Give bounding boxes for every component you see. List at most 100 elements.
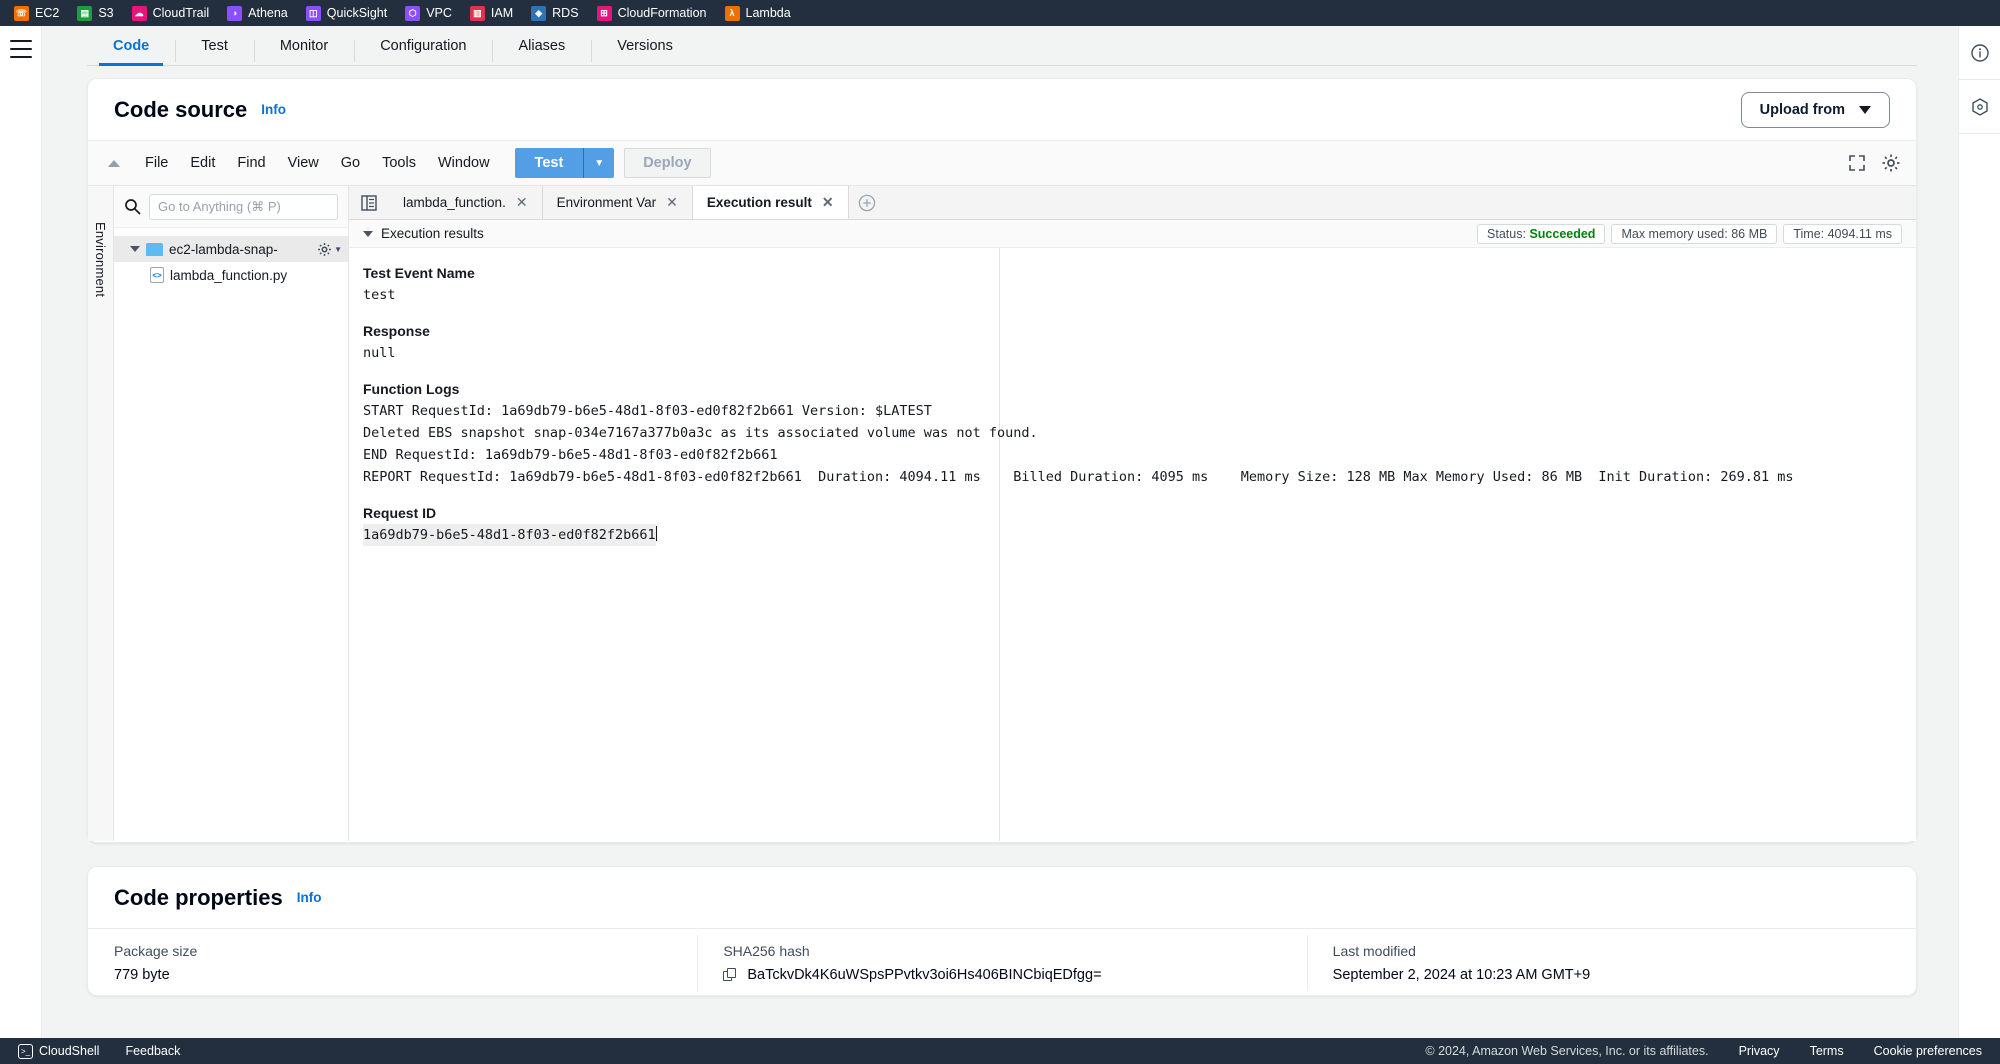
collapse-toggle-icon[interactable] (108, 159, 120, 167)
search-icon[interactable] (124, 198, 141, 215)
close-icon[interactable]: ✕ (666, 194, 678, 211)
service-label: VPC (426, 6, 452, 20)
service-shortcut-athena[interactable]: ◑ Athena (227, 0, 298, 26)
tab-test[interactable]: Test (175, 38, 254, 65)
test-button-label: Test (534, 155, 564, 171)
fullscreen-button[interactable] (1844, 150, 1870, 176)
shortcuts-icon (1971, 97, 1988, 116)
close-icon[interactable]: ✕ (822, 194, 834, 211)
execution-log-area[interactable]: Test Event Name test Response null Funct… (349, 248, 1916, 841)
page-content: Code Test Monitor Configuration Aliases … (42, 26, 1958, 1038)
rds-icon: ◈ (531, 5, 547, 21)
folder-actions[interactable]: ▼ (317, 242, 342, 257)
last-modified-value: September 2, 2024 at 10:23 AM GMT+9 (1332, 967, 1591, 983)
terms-link[interactable]: Terms (1810, 1044, 1844, 1058)
file-name: lambda_function.py (170, 267, 288, 283)
status-value: Succeeded (1529, 226, 1596, 241)
menu-file[interactable]: File (134, 150, 179, 176)
service-shortcut-s3[interactable]: ▤ S3 (77, 0, 123, 26)
menu-edit[interactable]: Edit (179, 150, 226, 176)
s3-icon: ▤ (77, 5, 93, 21)
service-label: EC2 (35, 6, 60, 20)
copyright-text: © 2024, Amazon Web Services, Inc. or its… (1425, 1044, 1709, 1058)
tree-folder-row[interactable]: ec2-lambda-snap-te (114, 236, 348, 262)
service-shortcut-vpc[interactable]: ⬡ VPC (405, 0, 462, 26)
ec2-icon: ☏ (14, 5, 29, 21)
service-shortcut-quicksight[interactable]: ◫ QuickSight (305, 0, 397, 26)
shortcuts-panel-button[interactable] (1959, 80, 2000, 134)
last-modified-field: Last modified September 2, 2024 at 10:23… (1306, 929, 1916, 997)
editor-settings-button[interactable] (1878, 150, 1904, 176)
service-shortcut-rds[interactable]: ◈ RDS (531, 0, 588, 26)
close-icon[interactable]: ✕ (516, 194, 528, 211)
function-tab-bar: Code Test Monitor Configuration Aliases … (87, 26, 1917, 66)
tab-label: Versions (617, 38, 673, 54)
tab-aliases[interactable]: Aliases (492, 38, 591, 65)
menu-tools[interactable]: Tools (371, 150, 427, 176)
code-source-card: Code source Info Upload from File Edit F… (87, 78, 1917, 843)
info-link[interactable]: Info (261, 102, 286, 117)
sha256-value: BaTckvDk4K6uWSpsPPvtkv3oi6Hs406BINCbiqED… (747, 967, 1102, 983)
copy-icon[interactable] (723, 967, 737, 983)
log-line: START RequestId: 1a69db79-b6e5-48d1-8f03… (363, 403, 932, 419)
info-link[interactable]: Info (297, 890, 322, 905)
gear-icon (318, 242, 331, 256)
collapse-results-icon[interactable] (363, 230, 373, 237)
service-shortcut-iam[interactable]: ▥ IAM (469, 0, 523, 26)
service-shortcut-cloudformation[interactable]: ⊞ CloudFormation (596, 0, 717, 26)
upload-from-button[interactable]: Upload from (1740, 91, 1890, 128)
service-shortcut-ec2[interactable]: ☏ EC2 (14, 0, 69, 26)
add-tab-button[interactable] (849, 186, 885, 219)
panel-layout-icon (361, 194, 377, 211)
python-file-icon: <> (150, 267, 164, 283)
menu-window[interactable]: Window (427, 150, 501, 176)
sha256-value-row: BaTckvDk4K6uWSpsPPvtkv3oi6Hs406BINCbiqED… (723, 967, 1280, 983)
search-input[interactable]: Go to Anything (⌘ P) (149, 193, 338, 220)
tab-monitor[interactable]: Monitor (253, 38, 354, 65)
tab-versions[interactable]: Versions (591, 38, 699, 65)
code-properties-grid: Package size 779 byte SHA256 hash BaTckv… (88, 929, 1916, 997)
privacy-link[interactable]: Privacy (1739, 1044, 1780, 1058)
search-placeholder: Go to Anything (⌘ P) (158, 198, 281, 214)
package-size-field: Package size 779 byte (88, 929, 697, 997)
file-tree: ec2-lambda-snap-te (114, 228, 348, 288)
menu-find[interactable]: Find (226, 150, 276, 176)
chevron-down-icon[interactable] (130, 246, 140, 252)
execution-results-bar: Execution results Status: Succeeded Max … (349, 220, 1916, 248)
aws-service-shortcut-bar: ☏ EC2 ▤ S3 ☁ CloudTrail ◑ Athena ◫ Quick… (0, 0, 2000, 26)
panel-layout-button[interactable] (349, 186, 389, 219)
info-panel-button[interactable] (1959, 26, 2000, 80)
menu-view[interactable]: View (277, 150, 330, 176)
service-label: CloudTrail (152, 6, 210, 20)
service-shortcut-lambda[interactable]: λ Lambda (724, 0, 801, 26)
editor-tab-execution-results[interactable]: Execution result ✕ (692, 186, 849, 219)
cloudformation-icon: ⊞ (596, 5, 612, 21)
feedback-link[interactable]: Feedback (125, 1044, 180, 1058)
tab-configuration[interactable]: Configuration (354, 38, 492, 65)
menu-toggle-icon[interactable] (9, 40, 32, 58)
test-dropdown-icon[interactable]: ▼ (584, 158, 614, 169)
deploy-button-label: Deploy (643, 155, 692, 171)
iam-icon: ▥ (469, 5, 485, 21)
editor-tab-environment-variables[interactable]: Environment Var ✕ (542, 186, 693, 219)
duration-badge: Time: 4094.11 ms (1783, 223, 1902, 244)
editor-tab-lambda-function[interactable]: lambda_function. ✕ (389, 186, 543, 219)
tab-label: Monitor (279, 38, 329, 54)
environment-side-strip[interactable]: Environment (88, 186, 114, 841)
tab-label: Configuration (380, 38, 467, 54)
cloudshell-label: CloudShell (39, 1044, 100, 1058)
service-label: CloudFormation (617, 6, 707, 20)
tab-code[interactable]: Code (87, 38, 175, 66)
log-line: Deleted EBS snapshot snap-034e7167a377b0… (363, 425, 1038, 441)
footer-right: © 2024, Amazon Web Services, Inc. or its… (1425, 1044, 1982, 1058)
test-button[interactable]: Test ▼ (514, 148, 615, 178)
service-label: S3 (98, 6, 114, 20)
cloudshell-button[interactable]: >_ CloudShell (18, 1043, 100, 1059)
tree-file-row[interactable]: <> lambda_function.py (114, 262, 348, 288)
package-size-value: 779 byte (114, 967, 170, 983)
cookie-preferences-link[interactable]: Cookie preferences (1874, 1044, 1982, 1058)
menu-go[interactable]: Go (330, 150, 371, 176)
service-shortcut-cloudtrail[interactable]: ☁ CloudTrail (131, 0, 220, 26)
max-memory-badge: Max memory used: 86 MB (1611, 223, 1778, 244)
cloudtrail-icon: ☁ (131, 5, 147, 21)
